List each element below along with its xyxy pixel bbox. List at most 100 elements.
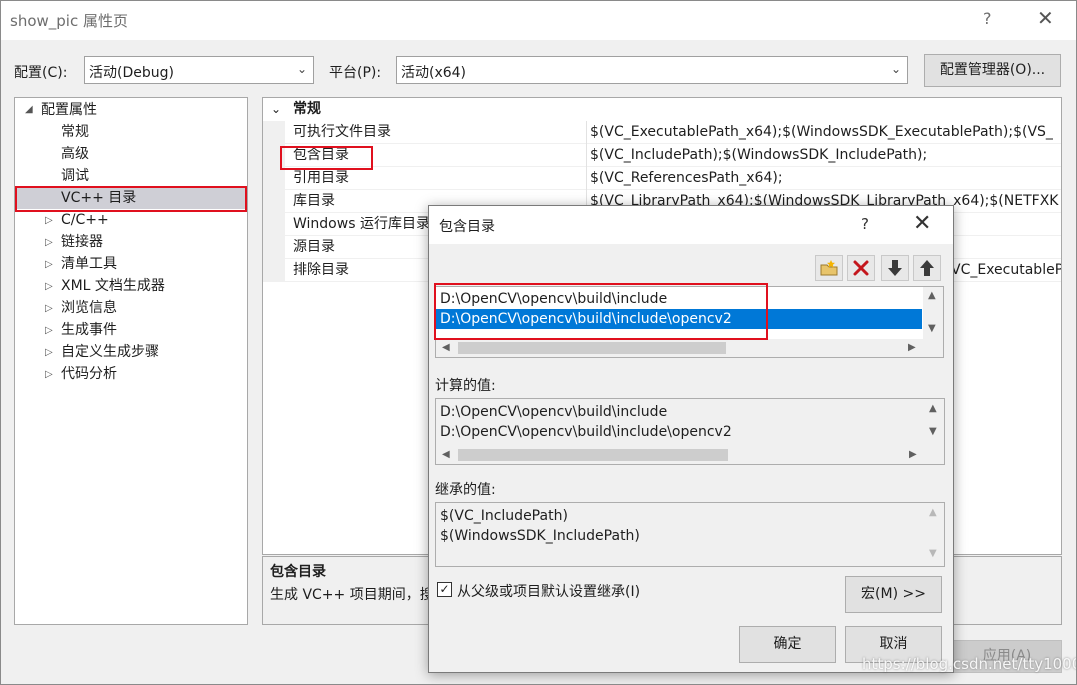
tree-group-code-analysis[interactable]: 代码分析 [61, 364, 117, 385]
row-value: $(VC_ExecutablePath_x64);$(WindowsSDK_Ex… [590, 124, 1053, 140]
watermark: https://blog.csdn.net/tty1000 [862, 655, 1077, 673]
collapsed-arrow-icon[interactable]: ▷ [45, 215, 53, 226]
collapsed-arrow-icon[interactable]: ▷ [45, 369, 53, 380]
close-icon[interactable]: ✕ [913, 211, 931, 236]
tree-root[interactable]: 配置属性 [41, 100, 97, 121]
window-title: show_pic 属性页 [10, 12, 128, 30]
scroll-down-icon[interactable]: ▼ [929, 426, 937, 437]
chevron-down-icon: ⌄ [296, 62, 307, 76]
row-name: 排除目录 [293, 262, 349, 278]
collapsed-arrow-icon[interactable]: ▷ [45, 237, 53, 248]
collapsed-arrow-icon[interactable]: ▷ [45, 281, 53, 292]
move-up-icon[interactable] [913, 255, 941, 281]
close-icon[interactable]: ✕ [1037, 6, 1054, 30]
include-directories-dialog: 包含目录 ? ✕ D:\OpenCV\opencv\build\include … [428, 205, 954, 673]
row-name: 引用目录 [293, 170, 349, 186]
scroll-up-icon[interactable]: ▲ [928, 290, 936, 301]
row-gutter [263, 121, 285, 144]
list-item: $(WindowsSDK_IncludePath) [440, 528, 640, 544]
include-path-list[interactable]: D:\OpenCV\opencv\build\include D:\OpenCV… [435, 286, 944, 358]
description-text: 生成 VC++ 项目期间，搜 [270, 587, 434, 603]
inherit-checkbox-label[interactable]: 从父级或项目默认设置继承(I) [457, 581, 640, 601]
row-name: 库目录 [293, 193, 335, 209]
row-gutter [263, 167, 285, 190]
inherit-checkbox[interactable]: ✓ [437, 582, 452, 597]
vertical-scrollbar[interactable]: ▲ ▼ [923, 287, 943, 341]
section-title: 常规 [293, 101, 321, 117]
row-name: 可执行文件目录 [293, 124, 391, 140]
platform-value: 活动(x64) [401, 65, 467, 81]
chevron-down-icon: ⌄ [271, 102, 282, 116]
property-tree: ◢ 配置属性 常规 高级 调试 VC++ 目录 ▷ C/C++ ▷ 链接器 ▷ … [14, 97, 248, 625]
collapsed-arrow-icon[interactable]: ▷ [45, 303, 53, 314]
inherited-label: 继承的值: [435, 482, 496, 498]
config-select[interactable]: 活动(Debug) ⌄ [84, 56, 314, 84]
scroll-left-icon[interactable]: ◀ [442, 449, 450, 460]
expanded-arrow-icon[interactable]: ◢ [25, 104, 33, 115]
tree-group-cpp[interactable]: C/C++ [61, 210, 109, 231]
list-item-selected[interactable]: D:\OpenCV\opencv\build\include\opencv2 [436, 309, 922, 329]
row-gutter [263, 236, 285, 259]
title-bar [0, 0, 1077, 40]
grid-section-header[interactable]: ⌄ 常规 [263, 98, 1061, 121]
tree-group-custom-build[interactable]: 自定义生成步骤 [61, 342, 159, 363]
row-value: $(VC_ReferencesPath_x64); [590, 170, 783, 186]
row-name: 包含目录 [293, 147, 349, 163]
horizontal-scrollbar[interactable]: ◀ ▶ [436, 446, 944, 464]
vertical-scrollbar[interactable]: ▲ ▼ [924, 399, 944, 446]
tree-item-debugging[interactable]: 调试 [61, 166, 89, 187]
scroll-left-icon[interactable]: ◀ [442, 342, 450, 353]
move-down-icon[interactable] [881, 255, 909, 281]
collapsed-arrow-icon[interactable]: ▷ [45, 325, 53, 336]
macro-button[interactable]: 宏(M) >> [845, 576, 942, 613]
dialog-title-bar [429, 206, 953, 244]
new-folder-icon[interactable] [815, 255, 843, 281]
collapsed-arrow-icon[interactable]: ▷ [45, 259, 53, 270]
scroll-down-icon[interactable]: ▼ [929, 548, 937, 559]
list-item[interactable]: D:\OpenCV\opencv\build\include [440, 289, 667, 309]
inherited-values-list: $(VC_IncludePath) $(WindowsSDK_IncludePa… [435, 502, 945, 567]
tree-group-xml-doc[interactable]: XML 文档生成器 [61, 276, 165, 297]
tree-item-general[interactable]: 常规 [61, 122, 89, 143]
tree-group-build-events[interactable]: 生成事件 [61, 320, 117, 341]
tree-item-vc-directories[interactable]: VC++ 目录 [17, 188, 245, 209]
help-icon[interactable]: ? [861, 215, 869, 233]
row-gutter [263, 213, 285, 236]
tree-group-browse[interactable]: 浏览信息 [61, 298, 117, 319]
grid-row[interactable]: 包含目录 $(VC_IncludePath);$(WindowsSDK_Incl… [263, 144, 1061, 167]
row-gutter [263, 190, 285, 213]
horizontal-scrollbar[interactable]: ◀ ▶ [436, 339, 943, 357]
row-value: VC_ExecutableP [951, 262, 1062, 278]
ok-button[interactable]: 确定 [739, 626, 836, 663]
config-value: 活动(Debug) [89, 65, 174, 81]
grid-row[interactable]: 可执行文件目录 $(VC_ExecutablePath_x64);$(Windo… [263, 121, 1061, 144]
row-name: 源目录 [293, 239, 335, 255]
description-title: 包含目录 [270, 564, 326, 580]
scroll-right-icon[interactable]: ▶ [909, 449, 917, 460]
scroll-thumb[interactable] [458, 342, 726, 354]
grid-row[interactable]: 引用目录 $(VC_ReferencesPath_x64); [263, 167, 1061, 190]
dialog-title: 包含目录 [439, 219, 495, 235]
list-item: D:\OpenCV\opencv\build\include\opencv2 [440, 424, 732, 440]
tree-group-manifest[interactable]: 清单工具 [61, 254, 117, 275]
scroll-up-icon[interactable]: ▲ [929, 507, 937, 518]
list-item: $(VC_IncludePath) [440, 508, 568, 524]
chevron-down-icon: ⌄ [890, 62, 901, 76]
scroll-down-icon[interactable]: ▼ [928, 323, 936, 334]
row-gutter [263, 259, 285, 282]
help-icon[interactable]: ? [983, 9, 992, 28]
row-value: $(VC_IncludePath);$(WindowsSDK_IncludePa… [590, 147, 928, 163]
computed-label: 计算的值: [435, 378, 496, 394]
platform-select[interactable]: 活动(x64) ⌄ [396, 56, 908, 84]
tree-item-advanced[interactable]: 高级 [61, 144, 89, 165]
delete-icon[interactable] [847, 255, 875, 281]
scroll-thumb[interactable] [458, 449, 728, 461]
scroll-up-icon[interactable]: ▲ [929, 403, 937, 414]
scroll-right-icon[interactable]: ▶ [908, 342, 916, 353]
row-name: Windows 运行库目录 [293, 216, 430, 232]
collapsed-arrow-icon[interactable]: ▷ [45, 347, 53, 358]
config-manager-button[interactable]: 配置管理器(O)... [924, 54, 1061, 87]
vertical-scrollbar[interactable]: ▲ ▼ [924, 503, 944, 566]
tree-group-linker[interactable]: 链接器 [61, 232, 103, 253]
row-gutter [263, 144, 285, 167]
